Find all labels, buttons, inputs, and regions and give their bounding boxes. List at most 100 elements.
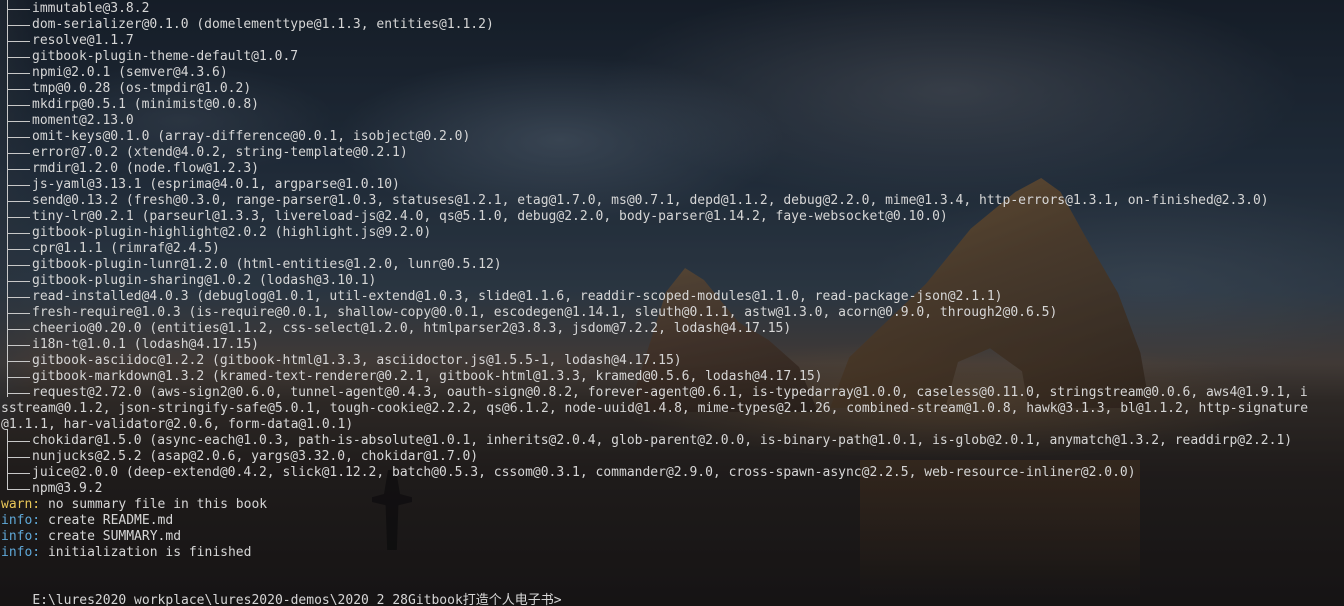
tree-line-wrapped-text: @1.1.1, har-validator@2.0.6, form-data@1… [1,417,354,432]
tree-line: sstream@0.1.2, json-stringify-safe@5.0.1… [0,401,1344,417]
package-entry: omit-keys@0.1.0 (array-difference@0.0.1,… [32,129,471,144]
tree-branch-vertical [7,317,8,333]
tree-branch-horizontal [7,105,30,106]
tree-branch-horizontal [7,329,30,330]
package-entry: gitbook-markdown@1.3.2 (kramed-text-rend… [32,369,823,384]
tree-branch-vertical [7,173,8,189]
package-entry: npmi@2.0.1 (semver@4.3.6) [32,65,228,80]
log-message: create README.md [40,513,174,528]
tree-branch-vertical [7,29,8,45]
log-line: info: create SUMMARY.md [0,529,1344,545]
tree-line: tiny-lr@0.2.1 (parseurl@1.3.3, livereloa… [0,205,1344,225]
tree-line: fresh-require@1.0.3 (is-require@0.0.1, s… [0,301,1344,321]
tree-branch-horizontal [7,361,30,362]
tree-line: gitbook-plugin-sharing@1.0.2 (lodash@3.1… [0,269,1344,289]
package-entry: dom-serializer@0.1.0 (domelementtype@1.1… [32,17,494,32]
tree-branch-horizontal [7,153,30,154]
tree-line: send@0.13.2 (fresh@0.3.0, range-parser@1… [0,189,1344,209]
tree-branch-horizontal [7,57,30,58]
tree-line: error@7.0.2 (xtend@4.0.2, string-templat… [0,141,1344,161]
tree-branch-horizontal [7,9,30,10]
package-entry: npm@3.9.2 [32,481,103,496]
tree-branch-horizontal [7,25,30,26]
tree-line: gitbook-plugin-highlight@2.0.2 (highligh… [0,221,1344,241]
package-entry: send@0.13.2 (fresh@0.3.0, range-parser@1… [32,193,1269,208]
command-prompt[interactable]: E:\lures2020_workplace\lures2020-demos\2… [1,577,561,606]
tree-branch-horizontal [7,201,30,202]
tree-branch-horizontal [7,377,30,378]
package-entry: gitbook-asciidoc@1.2.2 (gitbook-html@1.3… [32,353,682,368]
tree-line: dom-serializer@0.1.0 (domelementtype@1.1… [0,13,1344,33]
tree-line: gitbook-plugin-lunr@1.2.0 (html-entities… [0,253,1344,273]
tree-branch-vertical [7,285,8,301]
tree-branch-vertical [7,253,8,269]
tree-branch-horizontal [7,121,30,122]
tree-branch-horizontal [7,41,30,42]
tree-line: mkdirp@0.5.1 (minimist@0.0.8) [0,93,1344,113]
package-entry: gitbook-plugin-theme-default@1.0.7 [32,49,299,64]
tree-line: omit-keys@0.1.0 (array-difference@0.0.1,… [0,125,1344,145]
tree-branch-horizontal [7,457,30,458]
tree-line: rmdir@1.2.0 (node.flow@1.2.3) [0,157,1344,177]
tree-line: npmi@2.0.1 (semver@4.3.6) [0,61,1344,81]
tree-branch-horizontal [7,73,30,74]
tree-branch-vertical [7,93,8,109]
package-entry: chokidar@1.5.0 (async-each@1.0.3, path-i… [32,433,1293,448]
tree-branch-vertical [7,301,8,317]
info-label: info: [1,545,41,560]
log-message: no summary file in this book [40,497,268,512]
package-entry: fresh-require@1.0.3 (is-require@0.0.1, s… [32,305,1058,320]
tree-line: juice@2.0.0 (deep-extend@0.4.2, slick@1.… [0,461,1344,481]
tree-branch-horizontal [7,297,30,298]
tree-branch-horizontal [7,393,30,394]
log-message: initialization is finished [40,545,252,560]
tree-branch-vertical [7,429,8,445]
prompt-path: E:\lures2020_workplace\lures2020-demos\2… [32,593,562,606]
log-line: warn: no summary file in this book [0,497,1344,513]
tree-line: i18n-t@1.0.1 (lodash@4.17.15) [0,333,1344,353]
tree-branch-vertical [7,365,8,381]
terminal-window[interactable]: immutable@3.8.2 dom-serializer@0.1.0 (dom… [0,0,1344,606]
tree-line-wrapped-text: sstream@0.1.2, json-stringify-safe@5.0.1… [1,401,1309,416]
tree-line: nunjucks@2.5.2 (asap@2.0.6, yargs@3.32.0… [0,445,1344,465]
terminal-output: immutable@3.8.2 dom-serializer@0.1.0 (dom… [0,0,1344,561]
tree-line: gitbook-asciidoc@1.2.2 (gitbook-html@1.3… [0,349,1344,369]
package-entry: gitbook-plugin-lunr@1.2.0 (html-entities… [32,257,502,272]
tree-branch-horizontal [7,89,30,90]
tree-branch-horizontal [7,473,30,474]
tree-branch-vertical [7,125,8,141]
package-entry: i18n-t@1.0.1 (lodash@4.17.15) [32,337,259,352]
package-entry: gitbook-plugin-sharing@1.0.2 (lodash@3.1… [32,273,377,288]
tree-branch-horizontal [7,345,30,346]
package-entry: js-yaml@3.13.1 (esprima@4.0.1, argparse@… [32,177,400,192]
tree-branch-horizontal [7,169,30,170]
package-entry: request@2.72.0 (aws-sign2@0.6.0, tunnel-… [32,385,1308,400]
package-entry: moment@2.13.0 [32,113,134,128]
tree-branch-horizontal [7,137,30,138]
tree-branch-horizontal [7,217,30,218]
tree-branch-horizontal [7,441,30,442]
tree-branch-horizontal [7,265,30,266]
tree-line: cpr@1.1.1 (rimraf@2.4.5) [0,237,1344,257]
tree-branch-vertical [7,205,8,221]
tree-branch-vertical [7,77,8,93]
tree-line: immutable@3.8.2 [0,0,1344,17]
tree-line: gitbook-markdown@1.3.2 (kramed-text-rend… [0,365,1344,385]
package-entry: error@7.0.2 (xtend@4.0.2, string-templat… [32,145,408,160]
package-entry: gitbook-plugin-highlight@2.0.2 (highligh… [32,225,432,240]
log-message: create SUMMARY.md [40,529,182,544]
tree-branch-vertical [7,109,8,125]
tree-line: resolve@1.1.7 [0,29,1344,49]
tree-branch-vertical [7,141,8,157]
tree-line: moment@2.13.0 [0,109,1344,129]
tree-branch-horizontal [7,313,30,314]
tree-branch-horizontal [7,233,30,234]
info-label: info: [1,529,41,544]
tree-line: request@2.72.0 (aws-sign2@0.6.0, tunnel-… [0,381,1344,401]
package-entry: resolve@1.1.7 [32,33,134,48]
package-entry: mkdirp@0.5.1 (minimist@0.0.8) [32,97,259,112]
package-entry: rmdir@1.2.0 (node.flow@1.2.3) [32,161,259,176]
tree-branch-vertical [7,189,8,205]
tree-line: cheerio@0.20.0 (entities@1.1.2, css-sele… [0,317,1344,337]
tree-branch-horizontal [7,249,30,250]
